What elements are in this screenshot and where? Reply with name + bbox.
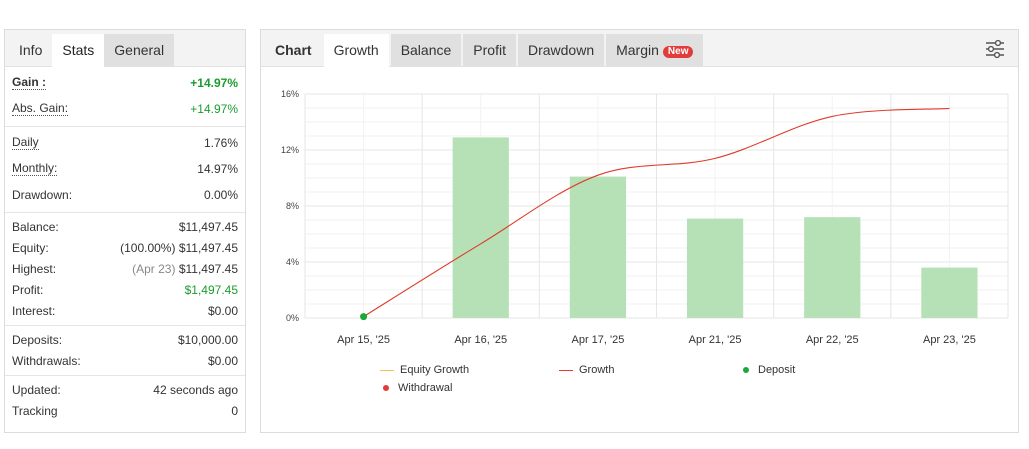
x-tick-label: Apr 17, '25	[571, 334, 624, 346]
updated-value: 42 seconds ago	[153, 382, 238, 397]
growth-chart-svg: 0% 4% 8% 12% 16% Apr 15, '25 Apr 16, '25 Apr 17…	[281, 89, 1009, 346]
balance-row: Balance: $11,497.45	[5, 216, 245, 237]
monthly-row: Monthly: 14.97%	[5, 156, 245, 182]
interest-row: Interest: $0.00	[5, 300, 245, 321]
withdrawals-label: Withdrawals:	[12, 353, 81, 368]
meta-group: Updated: 42 seconds ago Tracking 0	[5, 376, 245, 425]
daily-row: Daily 1.76%	[5, 130, 245, 156]
tab-margin[interactable]: Margin New	[606, 34, 704, 67]
tracking-label: Tracking	[12, 403, 58, 418]
stats-panel: Info Stats General Gain : +14.97% Abs. G…	[4, 29, 246, 433]
new-badge: New	[662, 46, 694, 58]
x-tick-label: Apr 22, '25	[806, 334, 859, 346]
growth-bar	[804, 217, 861, 318]
tab-balance[interactable]: Balance	[390, 34, 462, 67]
drawdown-label: Drawdown:	[12, 188, 73, 202]
x-tick-label: Apr 15, '25	[337, 334, 390, 346]
monthly-value: 14.97%	[197, 162, 238, 176]
withdrawals-value: $0.00	[207, 353, 238, 368]
updated-row: Updated: 42 seconds ago	[5, 379, 245, 400]
gain-label[interactable]: Gain :	[12, 76, 47, 90]
chart-tabbar: Chart Growth Balance Profit Drawdown Mar…	[261, 30, 1018, 67]
tracking-row: Tracking 0	[5, 400, 245, 421]
highest-value-wrap: (Apr 23) $11,497.45	[132, 262, 238, 276]
deposits-label: Deposits:	[12, 332, 63, 347]
abs-gain-value: +14.97%	[190, 102, 238, 116]
profit-value: $1,497.45	[184, 282, 238, 297]
tab-growth[interactable]: Growth	[323, 34, 389, 67]
rates-group: Daily 1.76% Monthly: 14.97% Drawdown: 0.…	[5, 127, 245, 213]
chart-panel: Chart Growth Balance Profit Drawdown Mar…	[260, 29, 1019, 433]
x-tick-label: Apr 21, '25	[689, 334, 742, 346]
daily-value: 1.76%	[203, 136, 238, 150]
y-tick-label: 0%	[286, 313, 299, 323]
gain-group: Gain : +14.97% Abs. Gain: +14.97%	[5, 67, 245, 127]
tab-info[interactable]: Info	[9, 34, 52, 67]
growth-bar	[452, 137, 509, 318]
gain-value: +14.97%	[190, 76, 238, 90]
deposits-row: Deposits: $10,000.00	[5, 329, 245, 350]
tracking-value: 0	[231, 403, 238, 418]
y-tick-label: 8%	[286, 201, 299, 211]
equity-label: Equity:	[12, 240, 49, 255]
profit-label: Profit:	[12, 282, 44, 297]
stats-tabbar: Info Stats General	[5, 30, 245, 67]
balance-label: Balance:	[12, 219, 59, 234]
x-tick-label: Apr 16, '25	[454, 334, 507, 346]
tab-margin-label: Margin	[616, 42, 659, 58]
drawdown-row: Drawdown: 0.00%	[5, 182, 245, 208]
abs-gain-label[interactable]: Abs. Gain:	[12, 102, 69, 116]
tab-general[interactable]: General	[104, 34, 175, 67]
daily-label[interactable]: Daily	[12, 136, 39, 150]
highest-row: Highest: (Apr 23) $11,497.45	[5, 258, 245, 279]
equity-row: Equity: (100.00%) $11,497.45	[5, 237, 245, 258]
growth-bar	[686, 218, 744, 318]
y-tick-label: 12%	[281, 145, 299, 155]
highest-value: $11,497.45	[178, 261, 238, 276]
equity-value-wrap: (100.00%) $11,497.45	[120, 241, 238, 255]
profit-row: Profit: $1,497.45	[5, 279, 245, 300]
equity-value: $11,497.45	[178, 240, 238, 255]
funds-group: Deposits: $10,000.00 Withdrawals: $0.00	[5, 326, 245, 376]
updated-label: Updated:	[12, 382, 61, 397]
sliders-icon[interactable]	[984, 38, 1006, 60]
gain-row: Gain : +14.97%	[5, 70, 245, 96]
monthly-label[interactable]: Monthly:	[12, 162, 58, 176]
y-tick-label: 16%	[281, 89, 299, 99]
abs-gain-row: Abs. Gain: +14.97%	[5, 96, 245, 122]
equity-percent: (100.00%)	[120, 240, 176, 255]
x-tick-label: Apr 23, '25	[923, 334, 976, 346]
balance-value: $11,497.45	[178, 219, 238, 234]
tab-chart[interactable]: Chart	[265, 34, 322, 67]
tab-stats[interactable]: Stats	[52, 34, 105, 67]
withdrawals-row: Withdrawals: $0.00	[5, 350, 245, 371]
interest-label: Interest:	[12, 303, 56, 318]
drawdown-value: 0.00%	[203, 188, 238, 202]
tab-drawdown[interactable]: Drawdown	[517, 34, 605, 67]
interest-value: $0.00	[207, 303, 238, 318]
account-group: Balance: $11,497.45 Equity: (100.00%) $1…	[5, 213, 245, 326]
tab-profit[interactable]: Profit	[463, 34, 516, 67]
y-tick-label: 4%	[286, 257, 299, 267]
highest-date: (Apr 23)	[132, 261, 176, 276]
growth-bar	[921, 267, 978, 318]
deposit-point	[360, 313, 368, 321]
growth-bar	[569, 176, 627, 318]
deposits-value: $10,000.00	[177, 332, 238, 347]
highest-label: Highest:	[12, 261, 57, 276]
growth-chart: 0% 4% 8% 12% 16% Apr 15, '25 Apr 16, '25 Apr 17…	[261, 67, 1018, 432]
